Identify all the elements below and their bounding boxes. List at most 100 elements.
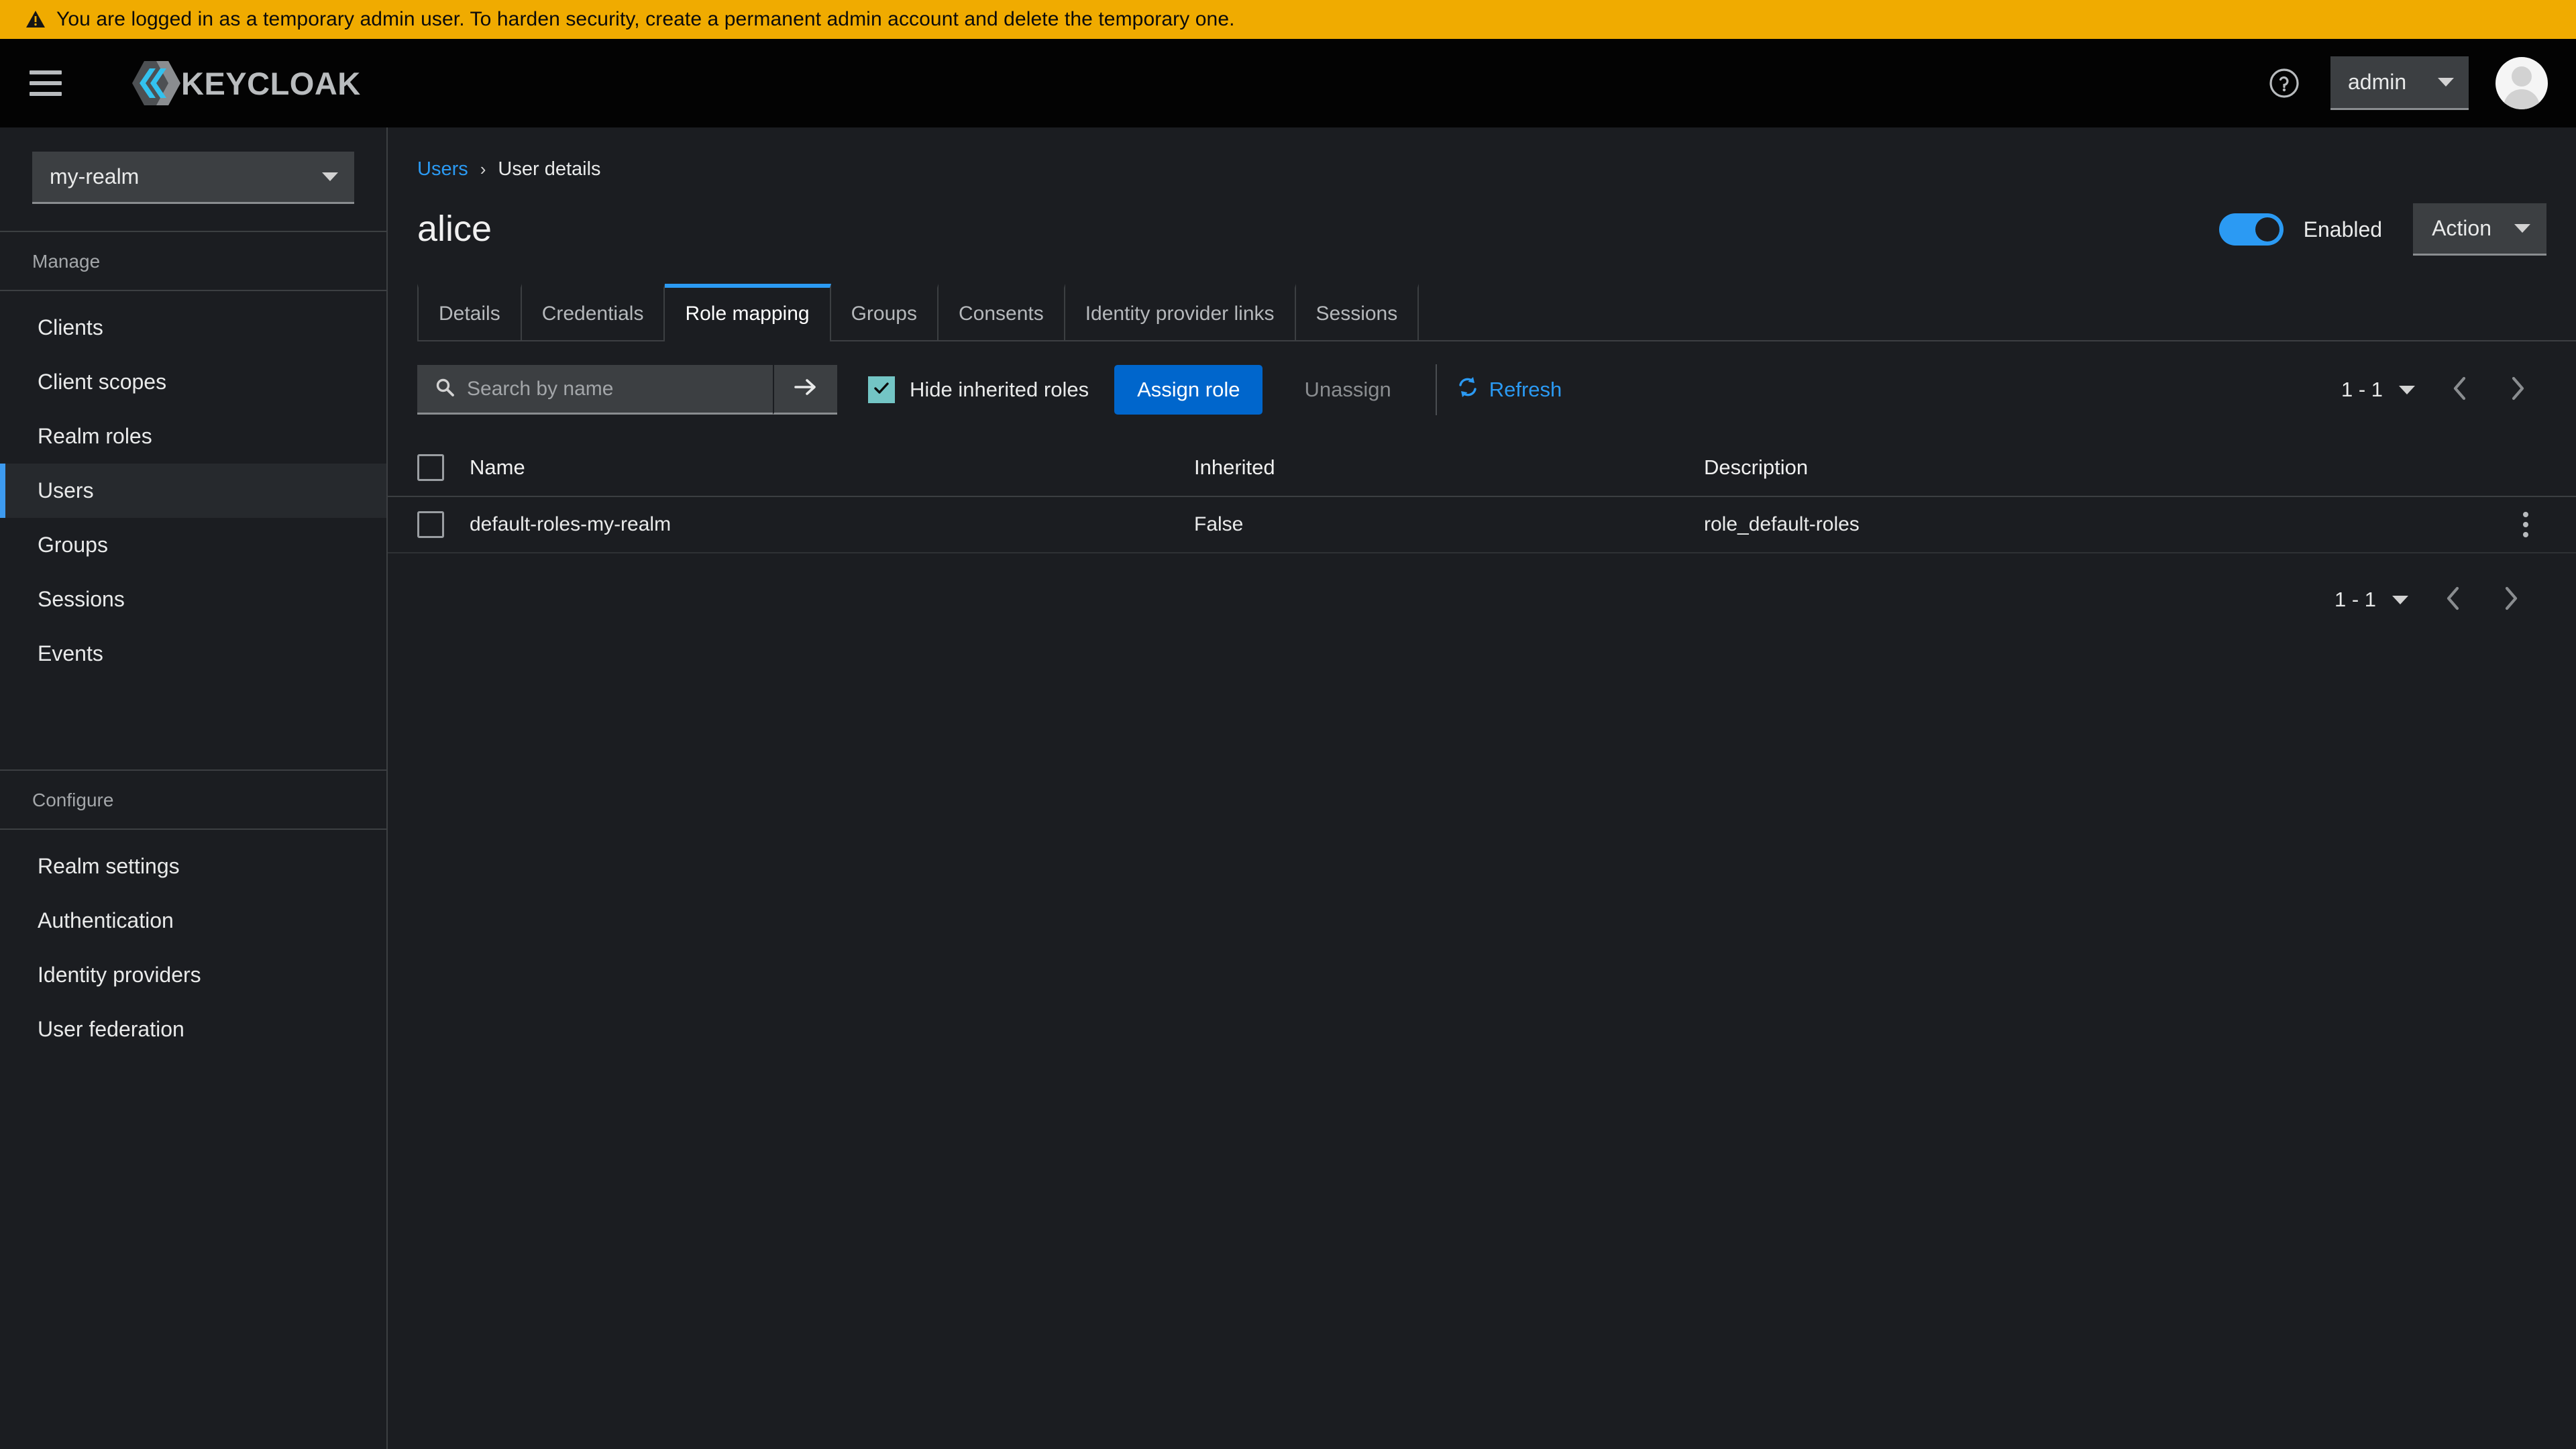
role-mapping-table: Name Inherited Description default-roles… (388, 439, 2576, 553)
tab-credentials[interactable]: Credentials (522, 284, 665, 340)
sync-icon (1457, 376, 1479, 403)
row-checkbox-cell (417, 511, 470, 538)
column-header-description[interactable]: Description (1704, 455, 2486, 480)
realm-selector[interactable]: my-realm (32, 152, 354, 204)
sidebar-item-events[interactable]: Events (0, 627, 386, 681)
row-select-checkbox[interactable] (417, 511, 444, 538)
user-menu-dropdown[interactable]: admin (2330, 56, 2469, 110)
keycloak-hexagon-icon (127, 54, 185, 112)
user-detail-tabs: Details Credentials Role mapping Groups … (417, 284, 2576, 341)
assign-role-button[interactable]: Assign role (1114, 365, 1263, 415)
kebab-menu-icon[interactable] (2505, 504, 2546, 545)
sidebar-item-user-federation[interactable]: User federation (0, 1002, 386, 1057)
sidebar: my-realm Manage Clients Client scopes Re… (0, 127, 388, 1449)
tab-sessions[interactable]: Sessions (1296, 284, 1419, 340)
hide-inherited-roles-group: Hide inherited roles (868, 376, 1089, 403)
pagination-top: 1 - 1 (2341, 366, 2546, 413)
chevron-down-icon (2399, 385, 2415, 394)
pagination-per-page-dropdown-bottom[interactable] (2376, 580, 2424, 620)
main-content: Users › User details alice Enabled Actio… (388, 127, 2576, 1449)
tabbar-filler (1419, 284, 2546, 340)
hide-inherited-roles-checkbox[interactable] (868, 376, 895, 403)
chevron-left-icon (2445, 586, 2462, 614)
sidebar-item-realm-settings[interactable]: Realm settings (0, 839, 386, 894)
tab-groups[interactable]: Groups (831, 284, 938, 340)
realm-selector-value: my-realm (50, 164, 140, 189)
chevron-left-icon (2451, 376, 2469, 405)
sidebar-item-clients[interactable]: Clients (0, 301, 386, 355)
pagination-range-bottom: 1 - 1 (2334, 588, 2376, 611)
hamburger-icon[interactable] (30, 64, 67, 102)
tab-consents[interactable]: Consents (938, 284, 1065, 340)
temporary-admin-alert-banner: You are logged in as a temporary admin u… (0, 0, 2576, 39)
hide-inherited-roles-label: Hide inherited roles (910, 378, 1089, 401)
sidebar-item-users[interactable]: Users (0, 464, 386, 518)
cell-role-description: role_default-roles (1704, 513, 1860, 535)
pagination-range-top: 1 - 1 (2341, 378, 2383, 401)
masthead-actions: admin (2265, 39, 2548, 127)
chevron-down-icon (2392, 595, 2408, 604)
tab-details[interactable]: Details (417, 284, 522, 340)
tab-role-mapping[interactable]: Role mapping (665, 284, 831, 341)
nav-section-manage-title: Manage (0, 231, 386, 291)
pagination-per-page-dropdown-top[interactable] (2383, 370, 2431, 410)
enabled-toggle-label: Enabled (2303, 217, 2383, 241)
sidebar-item-groups[interactable]: Groups (0, 518, 386, 572)
search-input[interactable] (467, 377, 758, 400)
sidebar-item-client-scopes[interactable]: Client scopes (0, 355, 386, 409)
action-dropdown-label: Action (2432, 216, 2491, 240)
masthead: KEYCLOAK admin (0, 39, 2576, 127)
alert-message: You are logged in as a temporary admin u… (56, 8, 1235, 30)
sidebar-item-identity-providers[interactable]: Identity providers (0, 948, 386, 1002)
nav-list-configure: Realm settings Authentication Identity p… (0, 830, 386, 1057)
action-dropdown[interactable]: Action (2413, 203, 2546, 256)
pagination-bottom: 1 - 1 (388, 553, 2576, 623)
page-title: alice (417, 209, 492, 250)
page-header-actions: Enabled Action (2218, 203, 2546, 256)
search-icon (435, 377, 455, 400)
search-submit-button[interactable] (773, 365, 837, 415)
chevron-right-icon (2509, 376, 2526, 405)
warning-triangle-icon (25, 10, 46, 29)
keycloak-brand-logo[interactable]: KEYCLOAK (127, 54, 361, 112)
nav-list-manage: Clients Client scopes Realm roles Users … (0, 291, 386, 681)
role-mapping-toolbar: Hide inherited roles Assign role Unassig… (388, 341, 2576, 415)
row-actions-cell (2486, 504, 2546, 545)
select-all-checkbox[interactable] (417, 454, 444, 481)
arrow-right-icon (794, 377, 818, 400)
chevron-right-icon (2502, 586, 2520, 614)
chevron-down-icon (322, 172, 338, 181)
user-avatar-icon[interactable] (2496, 57, 2548, 109)
tab-identity-provider-links[interactable]: Identity provider links (1065, 284, 1296, 340)
cell-role-inherited: False (1194, 513, 1244, 535)
sidebar-item-realm-roles[interactable]: Realm roles (0, 409, 386, 464)
table-row[interactable]: default-roles-my-realm False role_defaul… (388, 497, 2576, 553)
breadcrumb: Users › User details (388, 127, 2576, 180)
pagination-next-button-top[interactable] (2489, 366, 2546, 413)
user-menu-label: admin (2348, 70, 2407, 94)
brand-name: KEYCLOAK (181, 65, 361, 101)
unassign-button[interactable]: Unassign (1280, 365, 1415, 415)
refresh-label: Refresh (1489, 378, 1562, 401)
enabled-toggle-group: Enabled (2218, 213, 2383, 246)
page-header: alice Enabled Action (388, 180, 2576, 256)
column-header-inherited[interactable]: Inherited (1194, 455, 1704, 480)
pagination-next-button-bottom[interactable] (2482, 576, 2540, 623)
check-icon (873, 380, 890, 400)
enabled-toggle[interactable] (2218, 213, 2284, 246)
help-circle-icon[interactable] (2265, 64, 2304, 103)
refresh-button[interactable]: Refresh (1457, 376, 1562, 403)
search-input-wrapper[interactable] (417, 365, 773, 415)
breadcrumb-separator-icon: › (480, 159, 486, 179)
column-header-name[interactable]: Name (470, 455, 1194, 480)
toolbar-divider (1435, 364, 1437, 415)
search-group (417, 365, 837, 415)
sidebar-item-sessions[interactable]: Sessions (0, 572, 386, 627)
sidebar-item-authentication[interactable]: Authentication (0, 894, 386, 948)
breadcrumb-link-users[interactable]: Users (417, 158, 468, 180)
cell-role-name: default-roles-my-realm (470, 513, 672, 535)
pagination-prev-button-top[interactable] (2431, 366, 2489, 413)
breadcrumb-current: User details (498, 158, 601, 180)
pagination-prev-button-bottom[interactable] (2424, 576, 2482, 623)
